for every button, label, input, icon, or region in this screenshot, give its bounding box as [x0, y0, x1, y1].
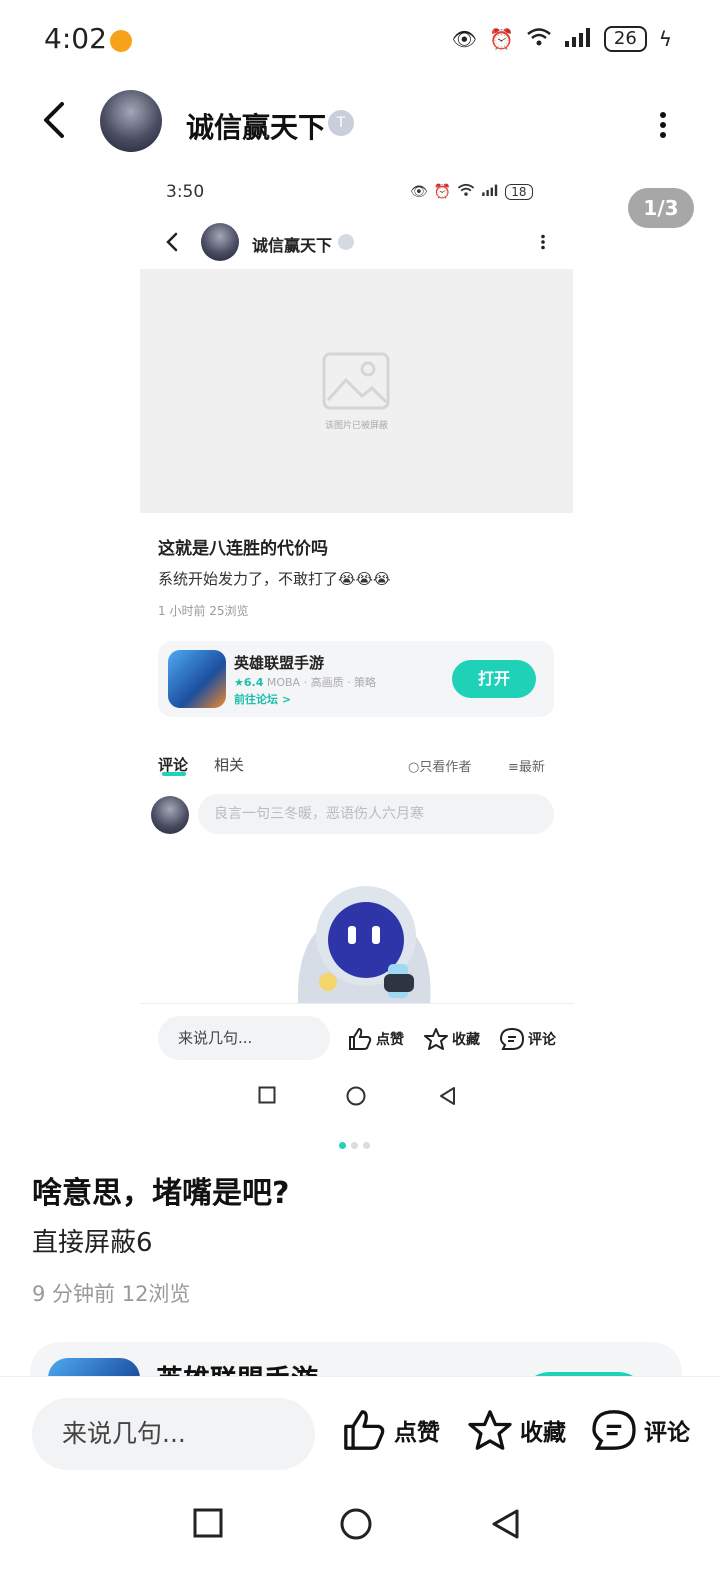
collect-label: 收藏: [520, 1420, 566, 1446]
status-time: 4:02: [44, 22, 107, 55]
embedded-post-body: 系统开始发力了，不敢打了😭😭😭: [158, 570, 391, 588]
image-page-counter: 1/3: [628, 188, 694, 228]
battery-indicator: 26: [603, 26, 647, 52]
embedded-wifi-icon: [457, 183, 475, 201]
embedded-author-only: ○只看作者: [408, 760, 472, 775]
embedded-battery: 18: [505, 184, 533, 200]
blocked-image-icon: [322, 352, 390, 410]
embedded-game-tags: ★6.4 MOBA · 高画质 · 策略: [234, 674, 376, 690]
embedded-collect-label: 收藏: [452, 1032, 480, 1048]
comment-label: 评论: [644, 1420, 690, 1446]
eye-icon: 👁: [451, 27, 477, 51]
pagination-dot-active: [339, 1142, 346, 1149]
embedded-status-icons: 👁 ⏰ 18: [410, 183, 533, 201]
embedded-latest-label: 最新: [518, 760, 545, 775]
embedded-comment-label: 评论: [528, 1032, 556, 1048]
embedded-open-button: 打开: [452, 660, 536, 698]
mascot-illustration: [288, 882, 440, 1004]
embedded-alarm-icon: ⏰: [433, 184, 452, 200]
embedded-signal-icon: [481, 184, 499, 200]
embedded-collect-action: 收藏: [424, 1028, 480, 1050]
embedded-divider: [140, 1003, 574, 1004]
embedded-tab-related: 相关: [214, 756, 245, 774]
comment-button[interactable]: 评论: [592, 1410, 690, 1450]
embedded-user-name: 诚信赢天下: [252, 236, 333, 255]
embedded-game-forum-link: 前往论坛 >: [234, 693, 292, 706]
embedded-back-icon: [164, 232, 180, 252]
embedded-tab-underline: [162, 772, 186, 776]
embedded-star-icon: [424, 1028, 448, 1050]
more-options-icon[interactable]: [656, 110, 670, 140]
post-meta: 9 分钟前 12浏览: [32, 1282, 191, 1306]
charging-icon: ϟ: [658, 27, 672, 51]
collect-button[interactable]: 收藏: [468, 1410, 566, 1450]
embedded-nav-circle-icon: [346, 1086, 366, 1110]
weibo-notification-icon: [110, 30, 132, 52]
embedded-more-icon: [540, 234, 546, 250]
image-pagination-dots: [339, 1142, 370, 1149]
comment-input[interactable]: 来说几句...: [32, 1398, 315, 1470]
embedded-avatar: [201, 223, 239, 261]
embedded-game-icon: [168, 650, 226, 708]
embedded-comment-icon: [500, 1028, 524, 1050]
avatar[interactable]: [100, 90, 162, 152]
embedded-post-meta: 1 小时前 25浏览: [158, 604, 249, 618]
embedded-game-name: 英雄联盟手游: [234, 654, 325, 672]
embedded-comment-avatar: [151, 796, 189, 834]
embedded-game-tag-text: MOBA · 高画质 · 策略: [266, 676, 377, 689]
like-button[interactable]: 点赞: [342, 1410, 440, 1450]
home-icon[interactable]: [340, 1508, 372, 1544]
recent-apps-icon[interactable]: [193, 1508, 223, 1542]
like-label: 点赞: [394, 1420, 440, 1446]
embedded-comment-action: 评论: [500, 1028, 556, 1050]
embedded-level-badge: [338, 234, 354, 250]
comment-icon: [592, 1410, 636, 1450]
blocked-image-text: 该图片已被屏蔽: [324, 421, 388, 431]
pagination-dot: [351, 1142, 358, 1149]
user-name[interactable]: 诚信赢天下: [186, 106, 326, 146]
nav-back-icon[interactable]: [490, 1508, 520, 1544]
like-icon: [344, 1410, 385, 1450]
embedded-game-rating: ★6.4: [234, 676, 264, 689]
post-title: 啥意思，堵嘴是吧?: [32, 1176, 290, 1211]
embedded-post-title: 这就是八连胜的代价吗: [158, 539, 328, 559]
embedded-nav-back-icon: [438, 1086, 456, 1110]
post-body: 直接屏蔽6: [32, 1228, 153, 1258]
star-icon: [468, 1410, 512, 1450]
alarm-icon: ⏰: [488, 27, 514, 51]
back-icon[interactable]: [38, 100, 74, 140]
wifi-icon: [526, 27, 552, 52]
pagination-dot: [363, 1142, 370, 1149]
embedded-status-time: 3:50: [166, 182, 205, 202]
embedded-like-label: 点赞: [376, 1032, 404, 1048]
embedded-eye-icon: 👁: [410, 184, 428, 200]
embedded-say-input: 来说几句...: [158, 1016, 330, 1060]
status-icons: 👁 ⏰ 26 ϟ: [452, 26, 672, 52]
embedded-author-only-label: 只看作者: [419, 760, 472, 775]
level-badge: T: [328, 110, 354, 136]
embedded-like-icon: [349, 1028, 372, 1050]
embedded-nav-square-icon: [258, 1086, 276, 1108]
embedded-comment-input: 良言一句三冬暖，恶语伤人六月寒: [198, 794, 554, 834]
embedded-sort-latest: ≡最新: [508, 760, 545, 775]
signal-icon: [564, 27, 592, 52]
embedded-like-action: 点赞: [348, 1028, 404, 1050]
